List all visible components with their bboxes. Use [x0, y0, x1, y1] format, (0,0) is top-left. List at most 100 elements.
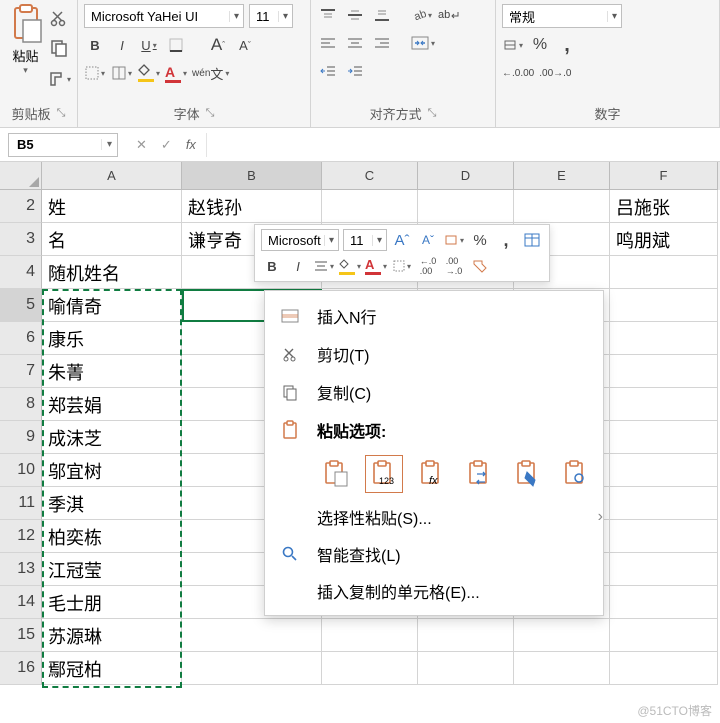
merge-center-button[interactable]: [411, 32, 435, 54]
fx-icon[interactable]: fx: [186, 137, 196, 153]
col-header[interactable]: A: [42, 162, 182, 190]
mini-percent[interactable]: %: [469, 229, 491, 251]
mini-format-painter[interactable]: [469, 255, 491, 277]
cut-icon[interactable]: [49, 8, 69, 28]
ctx-paste-special[interactable]: 选择性粘贴(S)... ›: [265, 499, 603, 535]
paste-link[interactable]: [557, 455, 595, 493]
row-header[interactable]: 3: [0, 223, 42, 256]
ctx-copy[interactable]: 复制(C): [265, 373, 603, 411]
cell[interactable]: 吕施张: [610, 190, 718, 223]
paste-values[interactable]: 123: [365, 455, 403, 493]
col-header[interactable]: F: [610, 162, 718, 190]
cell[interactable]: 柏奕栋: [42, 520, 182, 553]
row-header[interactable]: 12: [0, 520, 42, 553]
mini-grow-font[interactable]: Aˆ: [391, 229, 413, 251]
row-header[interactable]: 4: [0, 256, 42, 289]
cell[interactable]: 鄢冠柏: [42, 652, 182, 685]
paste-formatting[interactable]: [509, 455, 547, 493]
increase-decimal-button[interactable]: ←.0.00: [502, 62, 534, 84]
cell[interactable]: [610, 520, 718, 553]
border-bottom-icon[interactable]: [165, 34, 187, 56]
paste-all[interactable]: [317, 455, 355, 493]
ctx-cut[interactable]: 剪切(T): [265, 335, 603, 373]
align-top-icon[interactable]: [317, 4, 339, 26]
cell[interactable]: [610, 586, 718, 619]
mini-comma[interactable]: ,: [495, 229, 517, 251]
decrease-decimal-button[interactable]: .00→.0: [539, 62, 571, 84]
row-header[interactable]: 16: [0, 652, 42, 685]
mini-shrink-font[interactable]: Aˇ: [417, 229, 439, 251]
phonetic-button[interactable]: wén文: [192, 62, 229, 84]
cell[interactable]: 喻倩奇: [42, 289, 182, 322]
cell[interactable]: 成沫芝: [42, 421, 182, 454]
italic-button[interactable]: I: [111, 34, 133, 56]
cell[interactable]: [182, 619, 322, 652]
font-size-combo[interactable]: 11▾: [249, 4, 293, 28]
cell[interactable]: [610, 421, 718, 454]
dialog-launcher-icon[interactable]: ⤡: [57, 107, 66, 120]
cell[interactable]: [610, 454, 718, 487]
row-header[interactable]: 15: [0, 619, 42, 652]
cell[interactable]: 名: [42, 223, 182, 256]
ctx-insert-copied-cells[interactable]: 插入复制的单元格(E)...: [265, 573, 603, 609]
cell[interactable]: [418, 190, 514, 223]
cell[interactable]: [514, 619, 610, 652]
font-name-combo[interactable]: Microsoft YaHei UI▾: [84, 4, 244, 28]
cell[interactable]: [418, 619, 514, 652]
format-painter-icon[interactable]: [49, 68, 71, 90]
row-header[interactable]: 6: [0, 322, 42, 355]
align-middle-icon[interactable]: [344, 4, 366, 26]
cell[interactable]: 季淇: [42, 487, 182, 520]
cell[interactable]: 鸣朋斌: [610, 223, 718, 256]
mini-italic[interactable]: I: [287, 255, 309, 277]
row-header[interactable]: 11: [0, 487, 42, 520]
mini-bold[interactable]: B: [261, 255, 283, 277]
cell[interactable]: [322, 190, 418, 223]
align-center-icon[interactable]: [344, 32, 366, 54]
cell[interactable]: [182, 652, 322, 685]
percent-button[interactable]: %: [529, 34, 551, 56]
mini-accounting[interactable]: [443, 229, 465, 251]
comma-button[interactable]: ,: [556, 34, 578, 56]
cell[interactable]: [610, 619, 718, 652]
cell[interactable]: 随机姓名: [42, 256, 182, 289]
mini-fill[interactable]: [339, 255, 361, 277]
cell[interactable]: [610, 322, 718, 355]
paste-button[interactable]: 粘贴 ▾: [6, 4, 45, 76]
mini-size-combo[interactable]: 11▾: [343, 229, 387, 251]
col-header[interactable]: D: [418, 162, 514, 190]
cell[interactable]: 赵钱孙: [182, 190, 322, 223]
orientation-button[interactable]: ab: [411, 4, 433, 26]
dialog-launcher-icon[interactable]: ⤡: [206, 107, 215, 120]
grow-font-button[interactable]: Aˆ: [207, 34, 229, 56]
mini-table-icon[interactable]: [521, 229, 543, 251]
decrease-indent-icon[interactable]: [317, 60, 339, 82]
cell[interactable]: [610, 355, 718, 388]
cell[interactable]: 郑芸娟: [42, 388, 182, 421]
cell[interactable]: [418, 652, 514, 685]
name-box[interactable]: B5 ▾: [8, 133, 118, 157]
paste-dropdown-icon[interactable]: ▾: [23, 65, 28, 76]
cell[interactable]: 邬宜树: [42, 454, 182, 487]
underline-button[interactable]: U: [138, 34, 160, 56]
cell[interactable]: 苏源琳: [42, 619, 182, 652]
mini-inc-dec[interactable]: ←.0.00: [417, 255, 439, 277]
border-button[interactable]: [84, 62, 106, 84]
ctx-smart-lookup[interactable]: 智能查找(L): [265, 535, 603, 573]
cell[interactable]: [322, 619, 418, 652]
accounting-format-button[interactable]: [502, 34, 524, 56]
cancel-icon[interactable]: ✕: [136, 137, 147, 153]
mini-font-combo[interactable]: Microsoft▾: [261, 229, 339, 251]
align-left-icon[interactable]: [317, 32, 339, 54]
row-header[interactable]: 5: [0, 289, 42, 322]
copy-icon[interactable]: [49, 38, 69, 58]
bold-button[interactable]: B: [84, 34, 106, 56]
cell[interactable]: 江冠莹: [42, 553, 182, 586]
paste-formulas[interactable]: fx: [413, 455, 451, 493]
mini-border[interactable]: [391, 255, 413, 277]
dialog-launcher-icon[interactable]: ⤡: [428, 107, 437, 120]
align-right-icon[interactable]: [371, 32, 393, 54]
row-header[interactable]: 9: [0, 421, 42, 454]
increase-indent-icon[interactable]: [344, 60, 366, 82]
col-header[interactable]: B: [182, 162, 322, 190]
